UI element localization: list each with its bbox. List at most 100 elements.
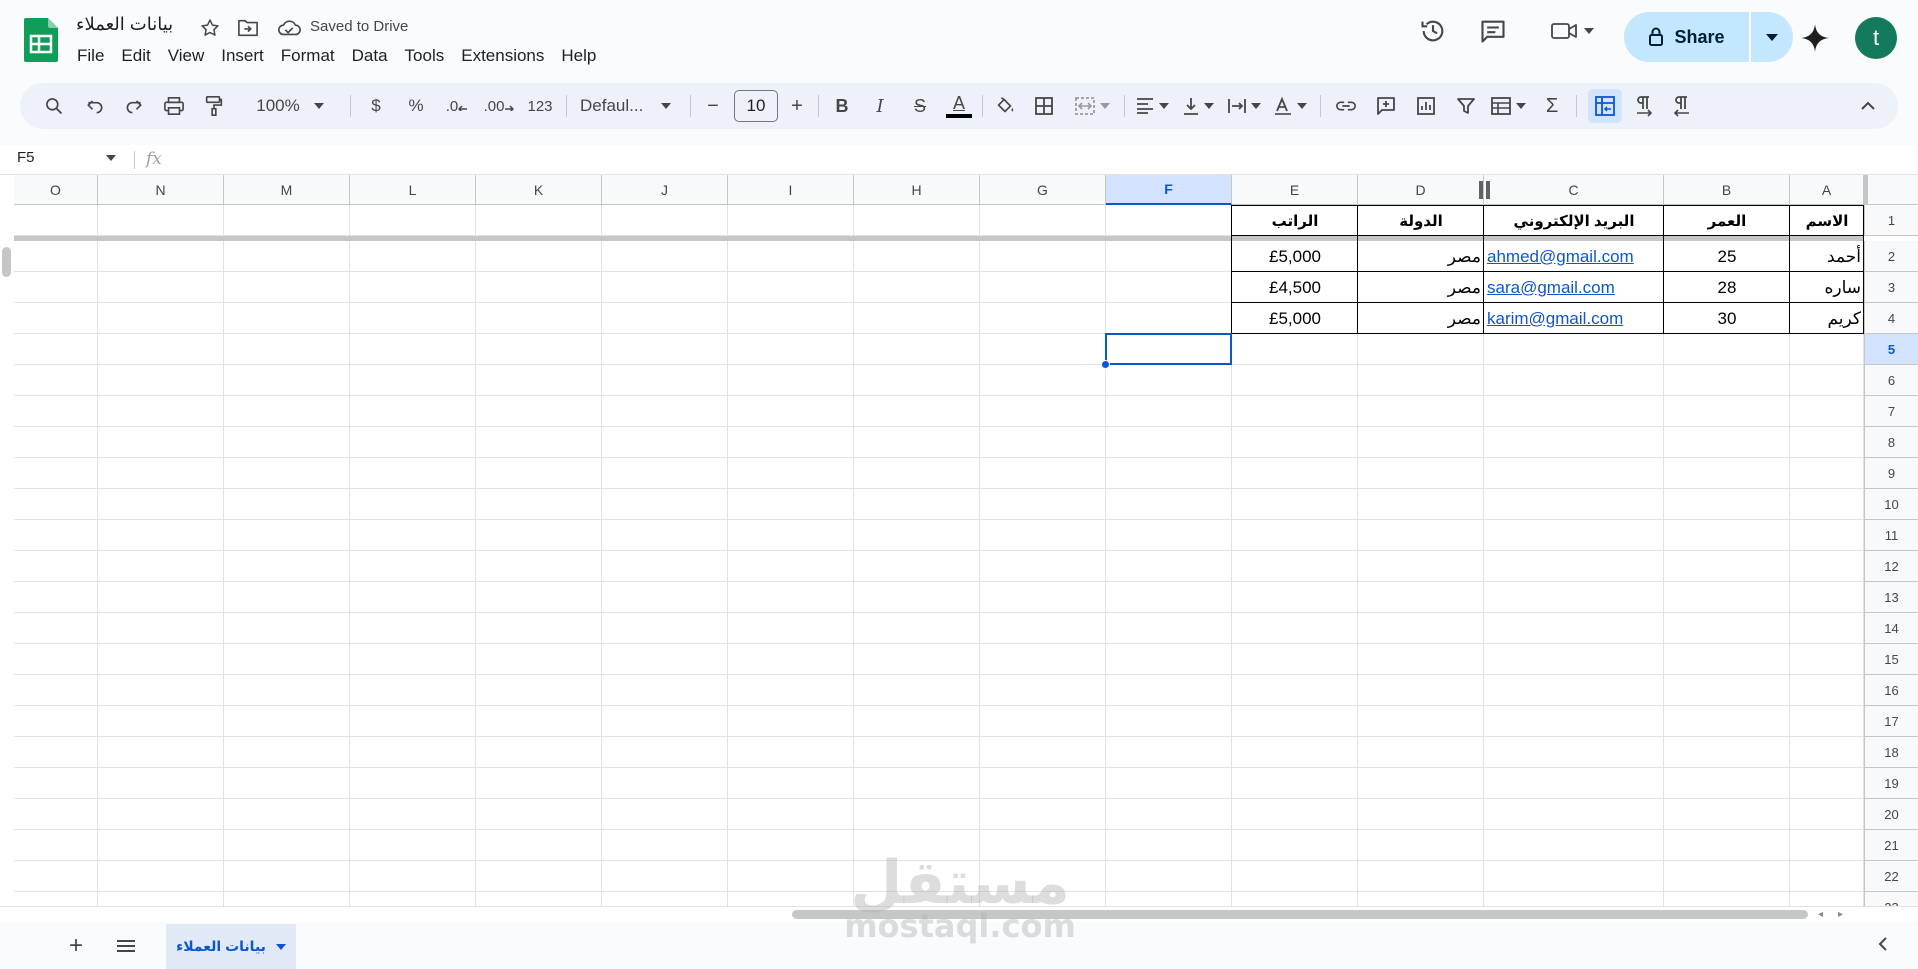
row-header-21[interactable]: 21 [1864,830,1918,861]
merge-cells-button[interactable] [1068,92,1116,120]
column-header-o[interactable]: O [14,175,98,205]
side-panel-toggle-icon[interactable] [1877,936,1889,957]
column-header-g[interactable]: G [980,175,1106,205]
add-sheet-icon[interactable]: + [64,932,88,959]
collapse-toolbar-icon[interactable] [1854,92,1882,120]
cell-salary[interactable]: £5,000 [1232,241,1358,272]
horizontal-align-button[interactable] [1132,92,1172,120]
insert-comment-icon[interactable] [1372,92,1400,120]
cell-country[interactable]: مصر [1358,272,1484,303]
text-color-button[interactable]: A [944,92,974,120]
insert-chart-icon[interactable] [1412,92,1440,120]
cell-name[interactable]: كريم [1790,303,1864,334]
version-history-icon[interactable] [1418,16,1448,46]
search-menus-icon[interactable] [40,92,68,120]
menu-insert[interactable]: Insert [221,45,270,69]
row-header-13[interactable]: 13 [1864,582,1918,613]
column-header-i[interactable]: I [728,175,854,205]
name-box[interactable]: F5 [17,149,35,166]
row-header-10[interactable]: 10 [1864,489,1918,520]
vertical-align-button[interactable] [1178,92,1218,120]
column-header-b[interactable]: B [1664,175,1790,205]
column-header-e[interactable]: E [1232,175,1358,205]
row-header-3[interactable]: 3 [1864,272,1918,303]
row-header-4[interactable]: 4 [1864,303,1918,334]
row-header-15[interactable]: 15 [1864,644,1918,675]
print-icon[interactable] [160,92,188,120]
decrease-font-size-button[interactable]: − [700,92,726,120]
increase-font-size-button[interactable]: + [784,92,810,120]
column-header-m[interactable]: M [224,175,350,205]
table-header-email[interactable]: البريد الإلكتروني [1484,205,1664,236]
cell-email[interactable]: sara@gmail.com [1484,272,1664,303]
user-avatar[interactable]: t [1855,17,1897,59]
row-header-22[interactable]: 22 [1864,861,1918,892]
gemini-sparkle-icon[interactable] [1797,20,1833,56]
column-header-h[interactable]: H [854,175,980,205]
horizontal-scrollbar[interactable] [792,910,1808,919]
menu-help[interactable]: Help [561,45,602,69]
row-header-20[interactable]: 20 [1864,799,1918,830]
document-title[interactable]: بيانات العملاء [76,14,173,35]
scroll-right-arrow-icon[interactable]: ▸ [1838,909,1843,920]
cell-name[interactable]: أحمد [1790,241,1864,272]
row-header-23[interactable]: 23 [1864,892,1918,906]
row-header-17[interactable]: 17 [1864,706,1918,737]
row-header-11[interactable]: 11 [1864,520,1918,551]
sheets-logo-icon[interactable] [24,18,58,62]
text-wrapping-button[interactable] [1224,92,1264,120]
row-header-7[interactable]: 7 [1864,396,1918,427]
menu-format[interactable]: Format [281,45,341,69]
decrease-decimal-button[interactable]: .0 [440,92,474,120]
cloud-saved-icon[interactable] [275,14,303,42]
row-header-18[interactable]: 18 [1864,737,1918,768]
row-header-16[interactable]: 16 [1864,675,1918,706]
cell-country[interactable]: مصر [1358,303,1484,334]
filter-views-button[interactable] [1486,92,1530,120]
borders-icon[interactable] [1030,92,1058,120]
share-dropdown-button[interactable] [1751,12,1793,62]
strikethrough-button[interactable]: S [906,92,934,120]
menu-file[interactable]: File [77,45,110,69]
paint-format-icon[interactable] [200,92,228,120]
format-currency-button[interactable]: $ [362,92,390,120]
column-header-n[interactable]: N [98,175,224,205]
zoom-select[interactable]: 100% [240,92,340,120]
column-header-c[interactable]: C [1484,175,1664,205]
filter-icon[interactable] [1452,92,1480,120]
menu-extensions[interactable]: Extensions [461,45,550,69]
column-header-l[interactable]: L [350,175,476,205]
spreadsheet-grid[interactable]: ONMLKJIHGFEDCBA 1 2 3 4 5 6 7 8 9 10 11 12 13 14 15 16 1… [0,175,1918,906]
text-rotation-button[interactable] [1270,92,1310,120]
select-all-corner[interactable] [1864,175,1918,205]
vertical-scrollbar[interactable] [2,247,11,277]
table-header-name[interactable]: الاسم [1790,205,1864,236]
table-header-salary[interactable]: الراتب [1232,205,1358,236]
row-header-5[interactable]: 5 [1864,334,1918,365]
format-percent-button[interactable]: % [402,92,430,120]
cell-age[interactable]: 25 [1664,241,1790,272]
all-sheets-menu-icon[interactable] [113,934,139,958]
row-header-14[interactable]: 14 [1864,613,1918,644]
column-header-f[interactable]: F [1106,175,1232,205]
row-header-8[interactable]: 8 [1864,427,1918,458]
redo-icon[interactable] [120,92,148,120]
fill-color-icon[interactable] [990,92,1020,120]
scroll-left-arrow-icon[interactable]: ◂ [1818,909,1823,920]
cell-email[interactable]: ahmed@gmail.com [1484,241,1664,272]
insert-link-icon[interactable] [1332,92,1360,120]
undo-icon[interactable] [81,92,109,120]
sheet-tab-menu-icon[interactable] [275,943,286,950]
save-status[interactable]: Saved to Drive [310,18,408,35]
fill-handle[interactable] [1101,360,1110,369]
table-header-age[interactable]: العمر [1664,205,1790,236]
star-icon[interactable] [196,14,224,42]
column-header-k[interactable]: K [476,175,602,205]
row-header-12[interactable]: 12 [1864,551,1918,582]
selected-cell-f5[interactable] [1105,333,1232,365]
sheet-tab-active[interactable]: بيانات العملاء [166,924,296,969]
row-header-1[interactable]: 1 [1864,205,1918,236]
column-resize-handle[interactable] [1479,181,1491,199]
increase-decimal-button[interactable]: .00 [480,92,518,120]
cell-email[interactable]: karim@gmail.com [1484,303,1664,334]
